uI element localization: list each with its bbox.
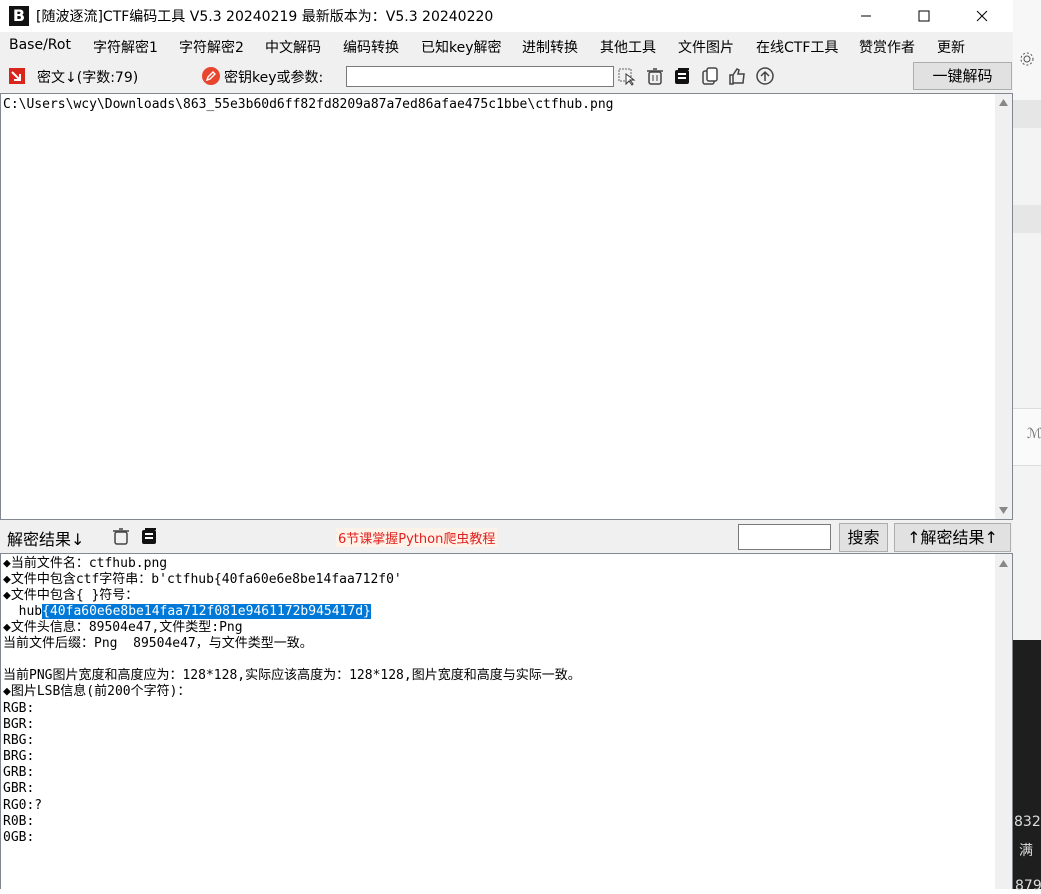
menu-char-decrypt-2[interactable]: 字符解密2 <box>179 37 244 57</box>
output-line: BRG: <box>3 749 35 764</box>
menu-donate[interactable]: 赞赏作者 <box>859 37 915 57</box>
maximize-icon <box>918 10 930 22</box>
paste-icon[interactable] <box>700 66 720 86</box>
scroll-up-icon[interactable] <box>999 99 1008 106</box>
menu-base-convert[interactable]: 进制转换 <box>522 37 578 57</box>
selected-flag-text[interactable]: {40fa60e6e8be14faa712f081e9461172b945417… <box>42 604 371 619</box>
output-line: RG0:? <box>3 798 43 813</box>
output-line: RGB: <box>3 701 35 716</box>
app-window: B [随波逐流]CTF编码工具 V5.3 20240219 最新版本为：V5.3… <box>0 0 1013 889</box>
menu-char-decrypt-1[interactable]: 字符解密1 <box>93 37 158 57</box>
trash-icon[interactable] <box>645 66 665 86</box>
menu-file-image[interactable]: 文件图片 <box>678 37 734 57</box>
side-text: 满 <box>1019 843 1033 859</box>
python-course-ad-link[interactable]: 6节课掌握Python爬虫教程 <box>336 528 498 547</box>
move-result-up-button[interactable]: ↑解密结果↑ <box>894 523 1011 552</box>
window-title: [随波逐流]CTF编码工具 V5.3 20240219 最新版本为：V5.3 2… <box>36 9 494 25</box>
output-line: ◆图片LSB信息(前200个字符)： <box>3 684 191 699</box>
result-label: 解密结果↓ <box>7 530 85 549</box>
cipher-input-pane[interactable]: C:\Users\wcy\Downloads\863_55e3b60d6ff82… <box>0 93 1013 520</box>
menu-chinese-decode[interactable]: 中文解码 <box>265 37 321 57</box>
output-line: RBG: <box>3 733 35 748</box>
minimize-icon <box>861 15 871 17</box>
scroll-down-icon[interactable] <box>999 507 1008 514</box>
background-window-strip: ℳ 832 满 879 <box>1013 0 1041 894</box>
output-line: ◆文件中包含ctf字符串：b'ctfhub{40fa60e6e8be14faa7… <box>3 572 402 587</box>
output-line: GBR: <box>3 781 35 796</box>
close-button[interactable] <box>953 0 1011 32</box>
output-line: ◆当前文件名：ctfhub.png <box>3 556 168 571</box>
search-input[interactable] <box>738 524 831 550</box>
app-logo: B <box>9 6 29 26</box>
title-bar: B [随波逐流]CTF编码工具 V5.3 20240219 最新版本为：V5.3… <box>0 0 1013 32</box>
thumbs-up-icon[interactable] <box>727 66 747 86</box>
result-trash-icon[interactable] <box>111 526 131 546</box>
output-line: BGR: <box>3 717 35 732</box>
import-file-icon[interactable] <box>7 66 27 86</box>
settings-icon <box>1020 52 1034 66</box>
select-cursor-icon[interactable] <box>617 66 637 86</box>
cipher-input-text[interactable]: C:\Users\wcy\Downloads\863_55e3b60d6ff82… <box>3 97 613 112</box>
copy-icon[interactable] <box>672 66 692 86</box>
menu-encoding-convert[interactable]: 编码转换 <box>343 37 399 57</box>
output-scrollbar[interactable] <box>995 554 1012 889</box>
close-icon <box>976 10 988 22</box>
output-line: ◆文件中包含{ }符号： <box>3 588 139 603</box>
menu-known-key-decrypt[interactable]: 已知key解密 <box>421 37 502 57</box>
output-line: GRB: <box>3 765 35 780</box>
arrow-up-circle-icon[interactable] <box>755 66 775 86</box>
side-number: 879 <box>1015 878 1041 894</box>
output-line: 当前文件后缀：Png 89504e47，与文件类型一致。 <box>3 636 313 651</box>
result-output-pane[interactable]: ◆当前文件名：ctfhub.png ◆文件中包含ctf字符串：b'ctfhub{… <box>0 553 1013 889</box>
key-param-label: 密钥key或参数: <box>224 70 324 86</box>
menu-bar: Base/Rot 字符解密1 字符解密2 中文解码 编码转换 已知key解密 进… <box>0 33 1013 59</box>
minimize-button[interactable] <box>837 0 895 32</box>
result-bar: 解密结果↓ 6节课掌握Python爬虫教程 搜索 ↑解密结果↑ <box>0 520 1013 552</box>
output-line: 当前PNG图片宽度和高度应为：128*128,实际应该高度为：128*128,图… <box>3 668 581 683</box>
menu-other-tools[interactable]: 其他工具 <box>600 37 656 57</box>
menu-online-ctf-tools[interactable]: 在线CTF工具 <box>756 37 838 57</box>
result-copy-icon[interactable] <box>139 526 159 546</box>
menu-update[interactable]: 更新 <box>937 37 965 57</box>
key-pencil-icon[interactable] <box>201 66 221 86</box>
maximize-button[interactable] <box>895 0 953 32</box>
menu-base-rot[interactable]: Base/Rot <box>9 37 71 53</box>
scroll-up-icon[interactable] <box>999 560 1008 567</box>
search-button[interactable]: 搜索 <box>839 523 888 552</box>
side-text: ℳ <box>1027 426 1041 442</box>
key-input[interactable] <box>346 66 614 87</box>
one-click-decode-button[interactable]: 一键解码 <box>913 62 1012 90</box>
side-number: 832 <box>1014 814 1041 830</box>
output-line: R0B: <box>3 814 35 829</box>
output-line: 0GB: <box>3 830 35 845</box>
input-scrollbar[interactable] <box>995 94 1012 519</box>
output-line-with-selection: hub{40fa60e6e8be14faa712f081e9461172b945… <box>3 604 371 620</box>
output-line-prefix: hub <box>3 604 43 619</box>
output-line: ◆文件头信息：89504e47,文件类型:Png <box>3 620 243 635</box>
